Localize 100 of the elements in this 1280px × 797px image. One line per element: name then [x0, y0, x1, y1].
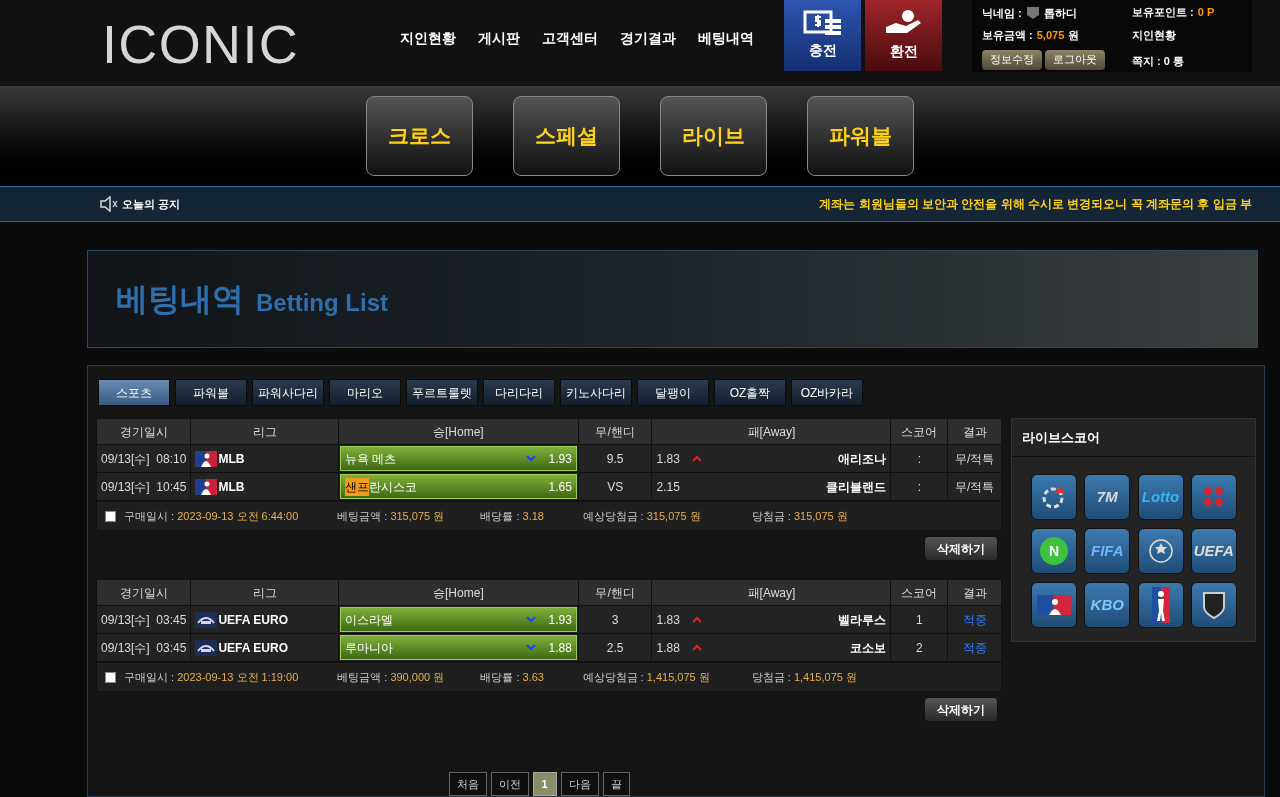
account-button[interactable]: 정보수정 [982, 49, 1042, 70]
category-tab[interactable]: OZ바카라 [791, 379, 863, 406]
nav-link[interactable]: 고객센터 [542, 28, 598, 49]
logo-text: FIFA [1091, 540, 1124, 561]
amount-value: 390,000 원 [390, 669, 446, 685]
category-tab[interactable]: 파워사다리 [252, 379, 324, 406]
banner-subtitle: Betting List [256, 288, 388, 318]
expected-label: 예상당첨금 : [582, 669, 645, 685]
handicap-cell: VS [578, 472, 652, 501]
page-button[interactable]: 이전 [490, 772, 529, 796]
balance-label: 보유금액 : [982, 27, 1033, 43]
win-value: 315,075 원 [793, 508, 848, 524]
notice-label: 오늘의 공지 [122, 196, 181, 212]
balance-value: 5,075 [1036, 27, 1065, 43]
page-button[interactable]: 끝 [602, 772, 630, 796]
shield-icon [1200, 590, 1227, 620]
score-cell: : [890, 444, 948, 473]
delete-button[interactable]: 삭제하기 [924, 536, 998, 561]
speaker-icon [100, 196, 118, 212]
category-tab[interactable]: 마리오 [329, 379, 401, 406]
livescore-link[interactable]: 7M [1084, 474, 1131, 520]
nav-link[interactable]: 경기결과 [620, 28, 676, 49]
away-odds: 1.88 [656, 639, 680, 657]
handicap-cell: 3 [578, 605, 652, 634]
away-team: 벨라루스 [838, 611, 887, 629]
nav-link[interactable]: 베팅내역 [698, 28, 754, 49]
game-menu-button[interactable]: 파워볼 [807, 96, 914, 176]
game-menu-button[interactable]: 라이브 [660, 96, 767, 176]
highlight-text: 샌프 [344, 477, 369, 496]
delete-button[interactable]: 삭제하기 [924, 697, 998, 722]
withdraw-button[interactable]: 환전 [865, 0, 942, 71]
league-name: MLB [218, 450, 245, 468]
category-tab[interactable]: 스포츠 [98, 379, 170, 406]
column-header: 무/핸디 [578, 579, 652, 606]
column-header: 스코어 [890, 418, 948, 445]
home-odds-button[interactable]: 뉴욕 메츠 1.93 [339, 446, 577, 471]
checkbox[interactable] [105, 510, 116, 522]
logo-text: N [1040, 537, 1068, 565]
score-cell: 1 [891, 605, 948, 634]
category-tab[interactable]: 푸르트룰렛 [406, 379, 478, 406]
livescore-link[interactable] [1137, 582, 1184, 628]
logo-text: Lotto [1141, 486, 1180, 507]
category-tab[interactable]: 달팽이 [637, 379, 709, 406]
livescore-link[interactable] [1190, 582, 1237, 628]
livescore-link[interactable] [1031, 474, 1077, 520]
ring-icon [1041, 484, 1067, 510]
date-cell: 09/13[수] 03:45 [96, 633, 191, 662]
referral-link[interactable]: 지인현황 [1132, 26, 1252, 46]
notice-text: 계좌는 회원님들의 보안과 안전을 위해 수시로 변경되오니 꼭 계좌문의 후 입금 부 [819, 196, 1252, 213]
home-odds-button[interactable]: 루마니아 1.88 [339, 635, 577, 660]
rate-label: 배당률 : [480, 508, 521, 524]
points-value: 0 P [1197, 5, 1215, 20]
result-cell: 무/적특 [947, 472, 1002, 501]
date-cell: 09/13[수] 10:45 [96, 472, 191, 501]
home-odds-button[interactable]: 이스라엘 1.93 [339, 607, 577, 632]
column-header: 리그 [190, 579, 339, 606]
category-tab[interactable]: 다리다리 [483, 379, 555, 406]
category-tab[interactable]: OZ홀짝 [714, 379, 786, 406]
result-cell: 적중 [947, 633, 1002, 662]
category-tab[interactable]: 키노사다리 [560, 379, 632, 406]
column-header: 결과 [947, 579, 1002, 606]
livescore-link[interactable] [1137, 528, 1184, 574]
messages-link[interactable]: 쪽지 : 0 통 [1132, 52, 1252, 70]
league-name: UEFA EURO [218, 611, 288, 629]
score-cell: 2 [891, 633, 948, 662]
column-header: 스코어 [891, 579, 948, 606]
rate-label: 배당률 : [480, 669, 521, 685]
column-header: 결과 [947, 418, 1002, 445]
column-header: 패[Away] [652, 579, 891, 606]
game-menu-button[interactable]: 스페셜 [513, 96, 620, 176]
expected-value: 1,415,075 원 [646, 669, 711, 685]
win-label: 당첨금 : [751, 508, 792, 524]
nav-link[interactable]: 지인현황 [400, 28, 456, 49]
nickname: 톱하디 [1043, 6, 1077, 22]
amount-label: 베팅금액 : [337, 669, 389, 685]
site-logo[interactable]: ICONIC [102, 14, 300, 74]
league-name: MLB [218, 478, 245, 496]
league-name: UEFA EURO [218, 639, 288, 657]
purchase-time: 2023-09-13 오전 1:19:00 [177, 669, 300, 685]
rate-value: 3.63 [522, 669, 545, 685]
livescore-link[interactable] [1031, 582, 1077, 628]
category-tab[interactable]: 파워볼 [175, 379, 247, 406]
purchase-label: 구매일시 : [124, 508, 176, 524]
column-header: 승[Home] [338, 579, 579, 606]
logo-text: UEFA [1193, 540, 1234, 561]
checkbox[interactable] [105, 671, 116, 683]
star-ball-icon [1147, 538, 1174, 564]
home-odds-button[interactable]: 샌프란시스코 1.65 [339, 474, 577, 499]
page-button[interactable]: 처음 [448, 772, 487, 796]
account-button[interactable]: 로그아웃 [1045, 49, 1105, 70]
cash-icon [802, 10, 843, 36]
column-header: 리그 [190, 418, 339, 445]
nav-link[interactable]: 게시판 [478, 28, 520, 49]
game-menu-button[interactable]: 크로스 [366, 96, 473, 176]
page-button[interactable]: 다음 [560, 772, 599, 796]
handicap-cell: 2.5 [578, 633, 652, 662]
batter-logo-icon [1037, 595, 1071, 615]
livescore-link[interactable]: UEFA [1190, 528, 1237, 574]
away-odds: 2.15 [656, 478, 680, 496]
deposit-button[interactable]: 충전 [784, 0, 861, 71]
